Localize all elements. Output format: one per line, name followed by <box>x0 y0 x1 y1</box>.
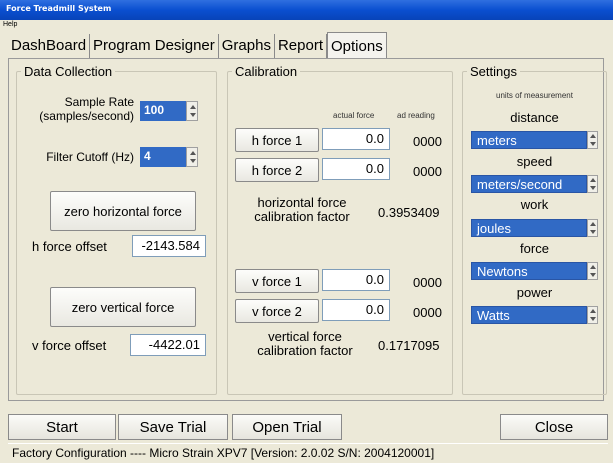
v-force-offset-label: v force offset <box>32 338 107 353</box>
sample-rate-value[interactable]: 100 <box>140 101 186 121</box>
filter-cutoff-label: Filter Cutoff (Hz) <box>46 150 134 164</box>
work-select[interactable]: joules <box>471 219 598 237</box>
speed-value[interactable]: meters/second <box>471 175 587 193</box>
h-force-offset-label: h force offset <box>32 239 107 254</box>
h-calibration-factor-label-line2: calibration factor <box>254 209 350 224</box>
tab-graphs[interactable]: Graphs <box>219 34 275 58</box>
v-force-1-field[interactable]: 0.0 <box>322 269 390 291</box>
spinner-arrows-icon[interactable] <box>186 101 198 121</box>
h-calibration-factor-label-line1: horizontal force <box>257 195 347 210</box>
h-calibration-factor-label: horizontal force calibration factor <box>240 196 364 224</box>
power-value[interactable]: Watts <box>471 306 587 324</box>
save-trial-button[interactable]: Save Trial <box>118 414 228 440</box>
h-calibration-factor-value: 0.3953409 <box>378 205 440 220</box>
sample-rate-spinner[interactable]: 100 <box>140 101 198 121</box>
tab-dashboard[interactable]: DashBoard <box>8 34 91 58</box>
spinner-arrows-icon[interactable] <box>587 262 598 280</box>
close-button[interactable]: Close <box>500 414 608 440</box>
distance-label: distance <box>510 110 559 125</box>
tab-options[interactable]: Options <box>327 32 387 58</box>
force-select[interactable]: Newtons <box>471 262 598 280</box>
filter-cutoff-value[interactable]: 4 <box>140 147 186 167</box>
v-calibration-factor-value: 0.1717095 <box>378 338 440 353</box>
units-subtitle: units of measurement <box>496 91 573 100</box>
v-force-2-reading: 0000 <box>413 305 442 320</box>
h-force-offset-field[interactable]: -2143.584 <box>132 235 206 257</box>
calibration-legend: Calibration <box>235 64 298 79</box>
v-force-2-field[interactable]: 0.0 <box>322 299 390 321</box>
menu-help[interactable]: Help <box>3 21 17 28</box>
filter-cutoff-spinner[interactable]: 4 <box>140 147 198 167</box>
ad-reading-header: ad reading <box>397 111 435 120</box>
h-force-1-field[interactable]: 0.0 <box>322 128 390 150</box>
open-trial-button[interactable]: Open Trial <box>232 414 342 440</box>
force-label: force <box>520 241 549 256</box>
force-value[interactable]: Newtons <box>471 262 587 280</box>
spinner-arrows-icon[interactable] <box>587 131 598 149</box>
window-title: Force Treadmill System <box>6 4 112 13</box>
v-force-1-button[interactable]: v force 1 <box>235 269 319 293</box>
v-force-1-reading: 0000 <box>413 275 442 290</box>
v-calibration-factor-label-line1: vertical force <box>268 329 342 344</box>
work-label: work <box>520 197 549 212</box>
distance-select[interactable]: meters <box>471 131 598 149</box>
v-calibration-factor-label-line2: calibration factor <box>257 343 353 358</box>
work-value[interactable]: joules <box>471 219 587 237</box>
settings-legend: Settings <box>470 64 517 79</box>
spinner-arrows-icon[interactable] <box>186 147 198 167</box>
tab-report[interactable]: Report <box>275 34 327 58</box>
actual-force-header: actual force <box>333 111 375 120</box>
h-force-2-field[interactable]: 0.0 <box>322 158 390 180</box>
speed-label: speed <box>516 154 553 169</box>
h-force-2-reading: 0000 <box>413 164 442 179</box>
speed-select[interactable]: meters/second <box>471 175 598 193</box>
h-force-2-button[interactable]: h force 2 <box>235 158 319 182</box>
power-select[interactable]: Watts <box>471 306 598 324</box>
v-force-offset-field[interactable]: -4422.01 <box>130 334 206 356</box>
spinner-arrows-icon[interactable] <box>587 219 598 237</box>
h-force-1-button[interactable]: h force 1 <box>235 128 319 152</box>
h-force-1-reading: 0000 <box>413 134 442 149</box>
title-bar: Force Treadmill System <box>0 0 613 20</box>
menu-bar: Help <box>0 20 613 30</box>
distance-value[interactable]: meters <box>471 131 587 149</box>
tab-strip: DashBoard Program Designer Graphs Report… <box>8 32 387 58</box>
tab-program-designer[interactable]: Program Designer <box>90 34 219 58</box>
status-bar: Factory Configuration ---- Micro Strain … <box>8 443 608 461</box>
sample-rate-label: Sample Rate (samples/second) <box>28 95 134 123</box>
data-collection-legend: Data Collection <box>24 64 113 79</box>
v-calibration-factor-label: vertical force calibration factor <box>250 330 360 358</box>
sample-rate-label-line2: (samples/second) <box>39 109 134 123</box>
spinner-arrows-icon[interactable] <box>587 306 598 324</box>
zero-vertical-force-button[interactable]: zero vertical force <box>50 287 196 327</box>
v-force-2-button[interactable]: v force 2 <box>235 299 319 323</box>
power-label: power <box>516 285 553 300</box>
start-button[interactable]: Start <box>8 414 116 440</box>
spinner-arrows-icon[interactable] <box>587 175 598 193</box>
sample-rate-label-line1: Sample Rate <box>64 95 134 109</box>
zero-horizontal-force-button[interactable]: zero horizontal force <box>50 191 196 231</box>
